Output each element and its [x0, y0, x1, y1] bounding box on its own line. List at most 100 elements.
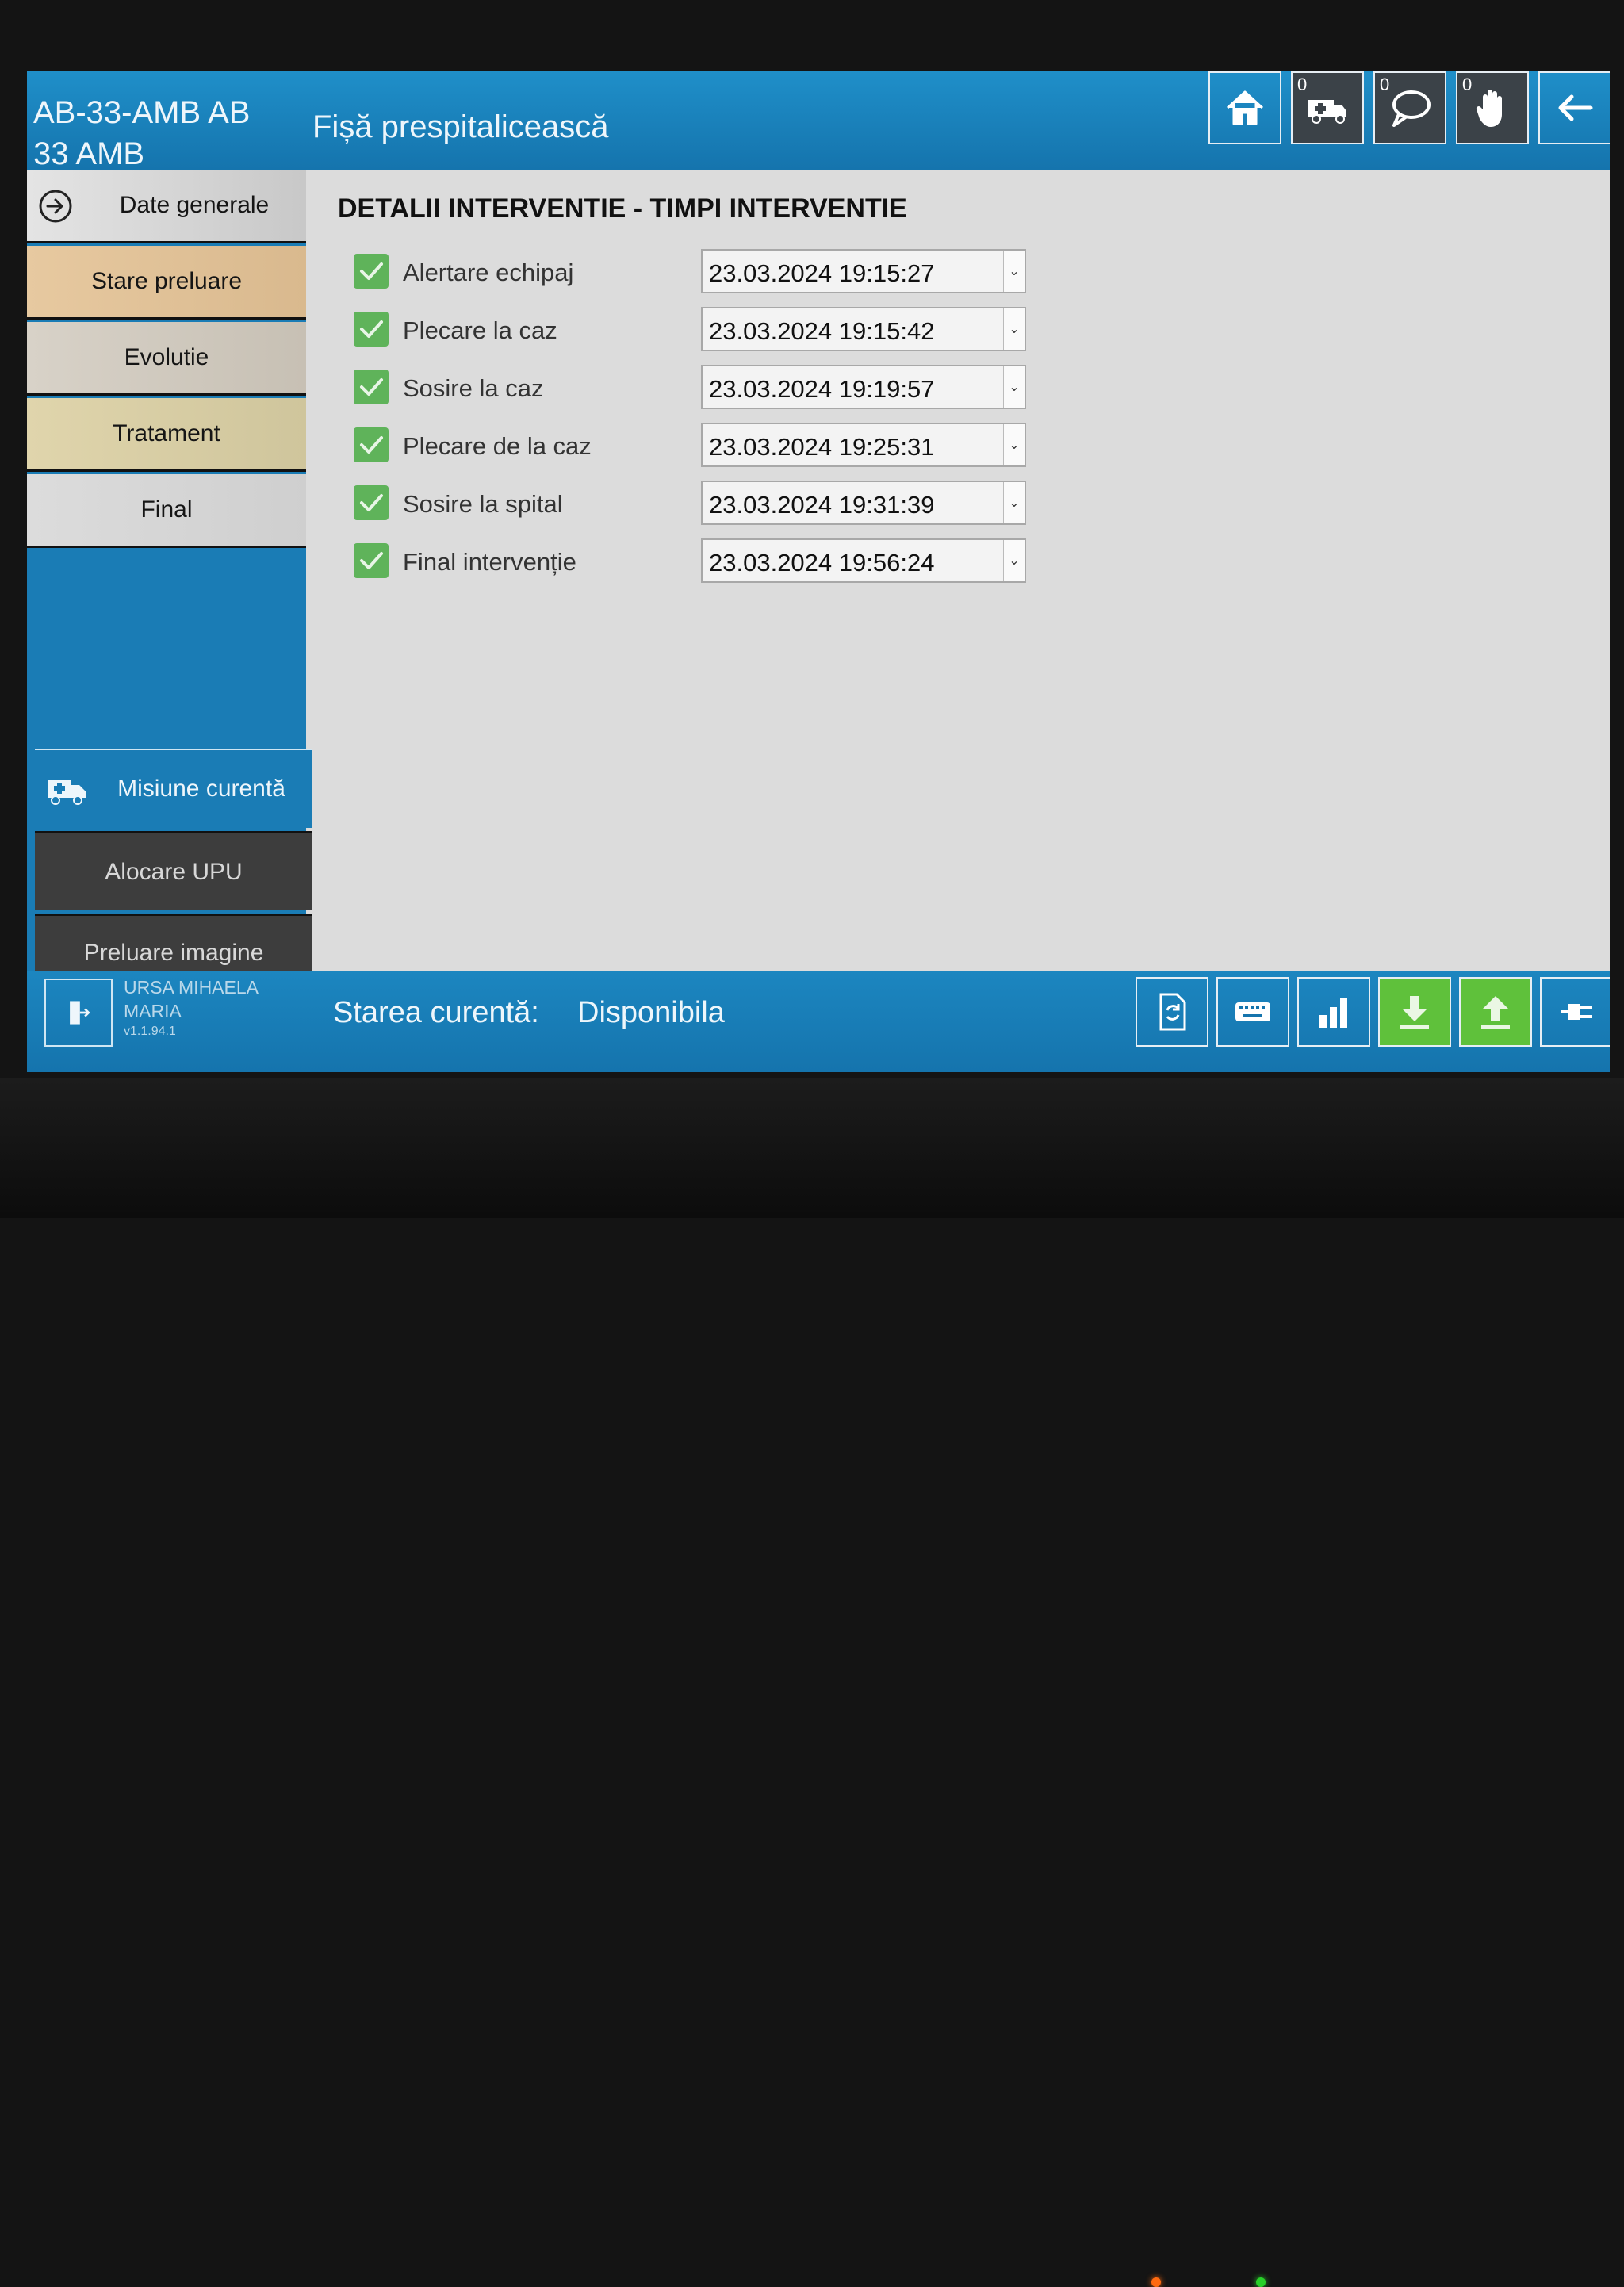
- state-label: Starea curentă:: [333, 996, 539, 1029]
- download-icon: [1400, 996, 1429, 1029]
- device-bezel: [0, 1078, 1624, 2287]
- ambulance-icon: [48, 780, 86, 805]
- datetime-value: 23.03.2024 19:19:57: [709, 375, 935, 403]
- time-row: Final intervenție 23.03.2024 19:56:24 ⌄: [354, 538, 1067, 583]
- capture-image-label: Preluare imagine: [83, 939, 264, 966]
- check-icon: [360, 494, 383, 511]
- time-row: Plecare de la caz 23.03.2024 19:25:31 ⌄: [354, 423, 1067, 467]
- sidebar-item-label: Date generale: [119, 192, 270, 218]
- hand-count: 0: [1462, 75, 1473, 94]
- chevron-down-icon[interactable]: ⌄: [1003, 308, 1025, 350]
- datetime-picker[interactable]: 23.03.2024 19:19:57 ⌄: [701, 365, 1026, 409]
- plug-button[interactable]: [1540, 977, 1610, 1047]
- messages-button[interactable]: 0: [1373, 71, 1446, 144]
- row-label: Alertare echipaj: [403, 259, 574, 286]
- chevron-down-icon[interactable]: ⌄: [1003, 424, 1025, 465]
- sidebar-item-stare-preluare[interactable]: Stare preluare: [27, 246, 306, 320]
- time-row: Sosire la caz 23.03.2024 19:19:57 ⌄: [354, 365, 1067, 409]
- header-bar: AB-33-AMB AB 33 AMB Fișă prespitaliceasc…: [27, 71, 1610, 171]
- datetime-value: 23.03.2024 19:31:39: [709, 491, 935, 519]
- checkbox[interactable]: [354, 427, 389, 462]
- row-label: Sosire la spital: [403, 490, 563, 518]
- upload-button[interactable]: [1459, 977, 1532, 1047]
- allocate-upu-label: Alocare UPU: [105, 858, 243, 885]
- datetime-value: 23.03.2024 19:25:31: [709, 433, 935, 461]
- datetime-value: 23.03.2024 19:15:42: [709, 317, 935, 345]
- datetime-value: 23.03.2024 19:15:27: [709, 259, 935, 287]
- sidebar-item-tratament[interactable]: Tratament: [27, 398, 306, 472]
- checkbox[interactable]: [354, 485, 389, 520]
- chevron-down-icon[interactable]: ⌄: [1003, 540, 1025, 581]
- datetime-picker[interactable]: 23.03.2024 19:56:24 ⌄: [701, 538, 1026, 583]
- app-version: v1.1.94.1: [124, 1025, 176, 1038]
- sidebar-item-date-generale[interactable]: Date generale: [27, 170, 306, 243]
- chevron-down-icon[interactable]: ⌄: [1003, 482, 1025, 523]
- datetime-picker[interactable]: 23.03.2024 19:31:39 ⌄: [701, 481, 1026, 525]
- arrow-circle-right-icon: [39, 190, 72, 223]
- page-title: Fișă prespitalicească: [312, 109, 609, 144]
- app-screen: AB-33-AMB AB 33 AMB Fișă prespitaliceasc…: [27, 71, 1610, 1072]
- check-icon: [360, 436, 383, 454]
- chevron-down-icon[interactable]: ⌄: [1003, 251, 1025, 292]
- sidebar: Date generale Stare preluare Evolutie Tr…: [27, 170, 312, 1072]
- upload-icon: [1481, 996, 1510, 1029]
- hand-button[interactable]: 0: [1456, 71, 1529, 144]
- checkbox[interactable]: [354, 312, 389, 347]
- bar-chart-icon: [1320, 998, 1347, 1028]
- checkbox[interactable]: [354, 543, 389, 578]
- footer-bar: URSA MIHAELA MARIA v1.1.94.1 Starea cure…: [27, 971, 1610, 1072]
- datetime-value: 23.03.2024 19:56:24: [709, 549, 935, 577]
- time-row: Plecare la caz 23.03.2024 19:15:42 ⌄: [354, 307, 1067, 351]
- time-row: Alertare echipaj 23.03.2024 19:15:27 ⌄: [354, 249, 1067, 293]
- state-value: Disponibila: [577, 996, 725, 1029]
- sidebar-item-label: Tratament: [113, 420, 220, 446]
- datetime-picker[interactable]: 23.03.2024 19:15:27 ⌄: [701, 249, 1026, 293]
- download-button[interactable]: [1378, 977, 1451, 1047]
- row-label: Final intervenție: [403, 548, 576, 576]
- ambulance-count: 0: [1297, 75, 1308, 94]
- section-title: DETALII INTERVENTIE - TIMPI INTERVENTIE: [338, 193, 907, 224]
- home-icon: [1226, 90, 1264, 125]
- sidebar-item-evolutie[interactable]: Evolutie: [27, 322, 306, 396]
- status-led-orange: [1151, 2277, 1161, 2287]
- user-name: URSA MIHAELA MARIA: [124, 977, 259, 1021]
- check-icon: [360, 378, 383, 396]
- logout-button[interactable]: [44, 979, 113, 1047]
- check-icon: [360, 552, 383, 569]
- row-label: Plecare la caz: [403, 316, 557, 344]
- ambulance-icon: [1308, 100, 1346, 124]
- messages-count: 0: [1380, 75, 1390, 94]
- chevron-down-icon[interactable]: ⌄: [1003, 366, 1025, 408]
- ambulance-button[interactable]: 0: [1291, 71, 1364, 144]
- statistics-button[interactable]: [1297, 977, 1370, 1047]
- checkbox[interactable]: [354, 370, 389, 404]
- current-mission-label: Misiune curentă: [117, 776, 285, 802]
- row-label: Sosire la caz: [403, 374, 544, 402]
- unit-id: AB-33-AMB AB 33 AMB: [33, 95, 251, 171]
- document-sync-button[interactable]: [1136, 977, 1208, 1047]
- chat-bubble-icon: [1392, 90, 1431, 127]
- hand-icon: [1476, 90, 1502, 127]
- home-button[interactable]: [1208, 71, 1281, 144]
- datetime-picker[interactable]: 23.03.2024 19:15:42 ⌄: [701, 307, 1026, 351]
- sidebar-item-final[interactable]: Final: [27, 474, 306, 548]
- status-led-green: [1256, 2277, 1266, 2287]
- check-icon: [360, 320, 383, 338]
- sidebar-item-label: Evolutie: [124, 344, 209, 370]
- datetime-picker[interactable]: 23.03.2024 19:25:31 ⌄: [701, 423, 1026, 467]
- current-mission-button[interactable]: Misiune curentă: [35, 749, 312, 828]
- document-sync-icon: [1159, 993, 1186, 1031]
- checkbox[interactable]: [354, 254, 389, 289]
- allocate-upu-button[interactable]: Alocare UPU: [35, 831, 312, 910]
- back-arrow-icon: [1558, 94, 1593, 121]
- check-icon: [360, 262, 383, 280]
- main-content: DETALII INTERVENTIE - TIMPI INTERVENTIE …: [306, 170, 1610, 971]
- row-label: Plecare de la caz: [403, 432, 592, 460]
- keyboard-button[interactable]: [1216, 977, 1289, 1047]
- back-button[interactable]: [1538, 71, 1610, 144]
- door-exit-icon: [70, 1001, 90, 1025]
- plug-icon: [1561, 1004, 1592, 1020]
- keyboard-icon: [1235, 1002, 1270, 1021]
- time-row: Sosire la spital 23.03.2024 19:31:39 ⌄: [354, 481, 1067, 525]
- sidebar-item-label: Final: [140, 496, 193, 523]
